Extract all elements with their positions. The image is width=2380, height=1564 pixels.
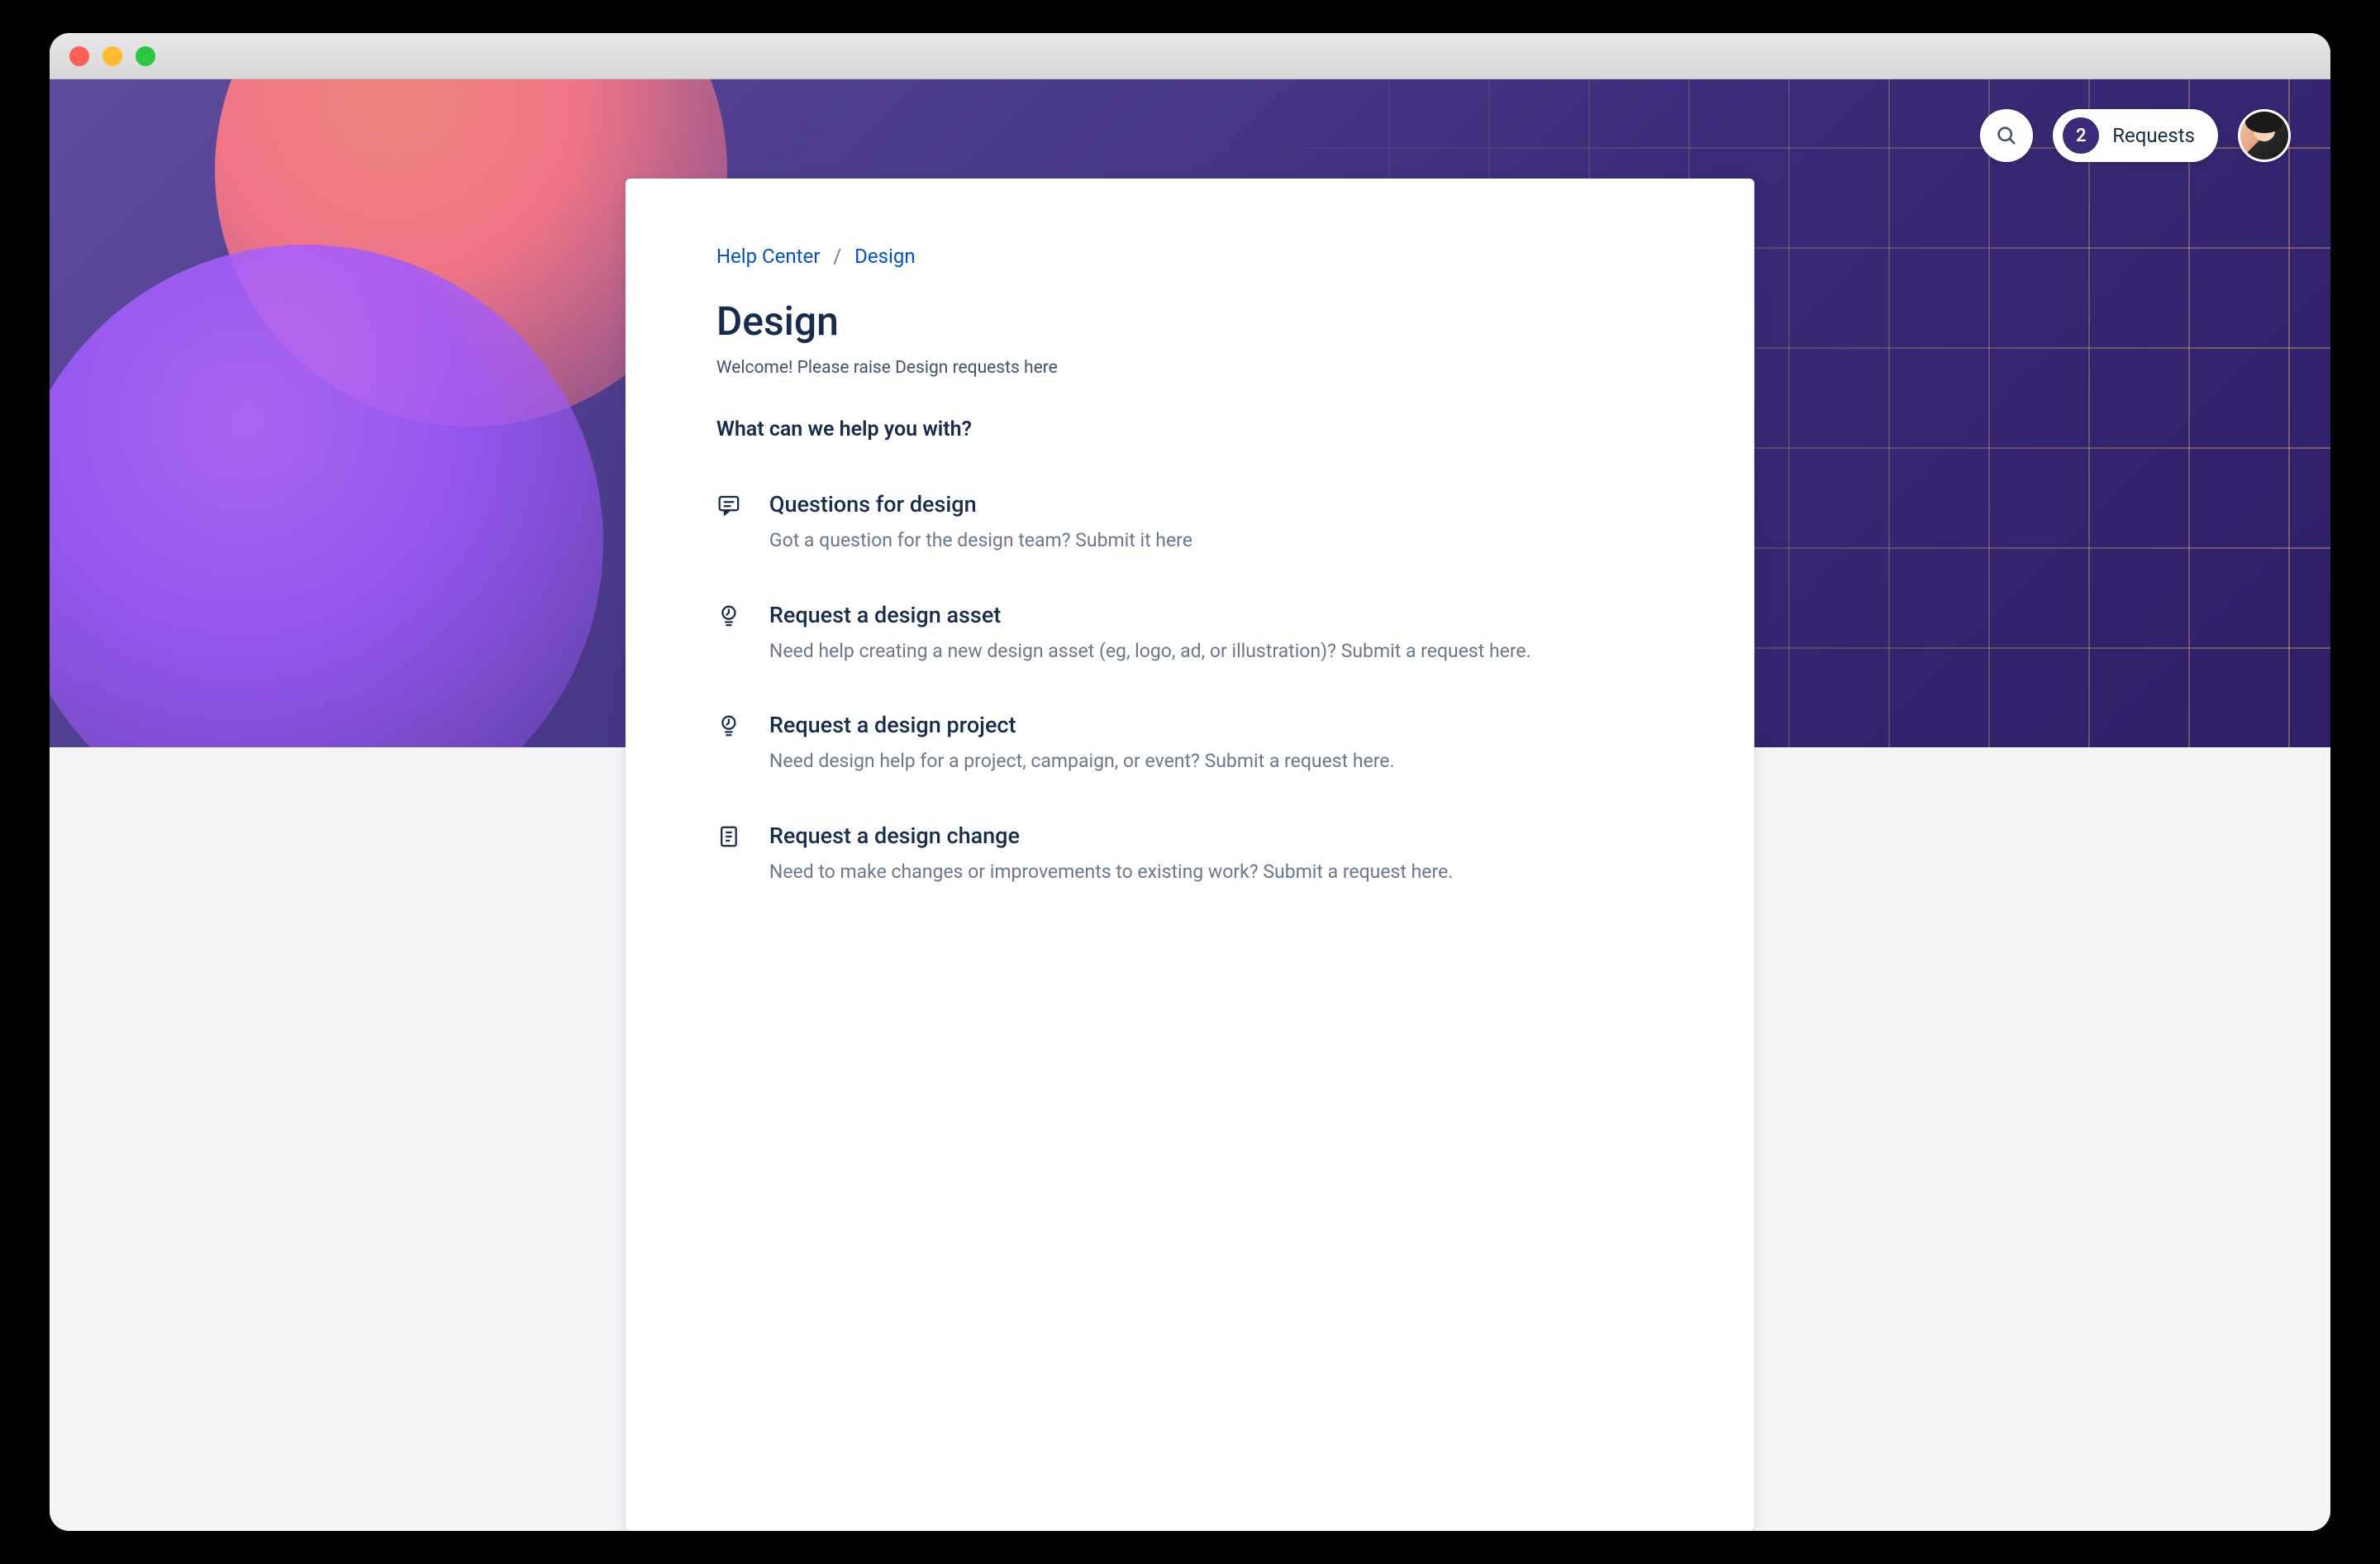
page-title: Design [716,298,1664,345]
app-window: 2 Requests Help Center / Design Design W… [50,33,2330,1531]
request-item-desc: Got a question for the design team? Subm… [769,526,1664,556]
requests-button[interactable]: 2 Requests [2053,109,2218,162]
requests-count-badge: 2 [2063,117,2099,154]
search-button[interactable] [1980,109,2033,162]
window-titlebar [50,33,2330,79]
request-item-title: Questions for design [769,491,1664,517]
request-list: Questions for design Got a question for … [716,491,1664,887]
document-icon [716,823,746,887]
request-type-asset[interactable]: Request a design asset Need help creatin… [716,602,1664,666]
main-card: Help Center / Design Design Welcome! Ple… [626,179,1754,1531]
window-maximize-button[interactable] [136,46,155,66]
request-type-project[interactable]: Request a design project Need design hel… [716,712,1664,776]
request-item-desc: Need to make changes or improvements to … [769,857,1664,887]
chat-icon [716,491,746,556]
lightbulb-icon [716,602,746,666]
request-item-title: Request a design change [769,823,1664,849]
search-icon [1995,124,2018,147]
breadcrumb-root-link[interactable]: Help Center [716,245,820,268]
viewport: 2 Requests Help Center / Design Design W… [50,79,2330,1531]
request-item-desc: Need help creating a new design asset (e… [769,637,1664,666]
request-type-questions[interactable]: Questions for design Got a question for … [716,491,1664,556]
request-item-desc: Need design help for a project, campaign… [769,746,1664,776]
page-subtitle: Welcome! Please raise Design requests he… [716,358,1664,378]
window-minimize-button[interactable] [102,46,122,66]
request-item-title: Request a design project [769,712,1664,738]
request-type-change[interactable]: Request a design change Need to make cha… [716,823,1664,887]
requests-label: Requests [2112,124,2195,147]
window-close-button[interactable] [69,46,89,66]
breadcrumb: Help Center / Design [716,245,1664,268]
lightbulb-icon [716,712,746,776]
request-item-title: Request a design asset [769,602,1664,628]
top-toolbar: 2 Requests [1980,109,2291,162]
avatar[interactable] [2238,109,2291,162]
breadcrumb-separator: / [833,245,841,268]
help-prompt: What can we help you with? [716,417,1664,441]
breadcrumb-current-link[interactable]: Design [854,245,915,268]
